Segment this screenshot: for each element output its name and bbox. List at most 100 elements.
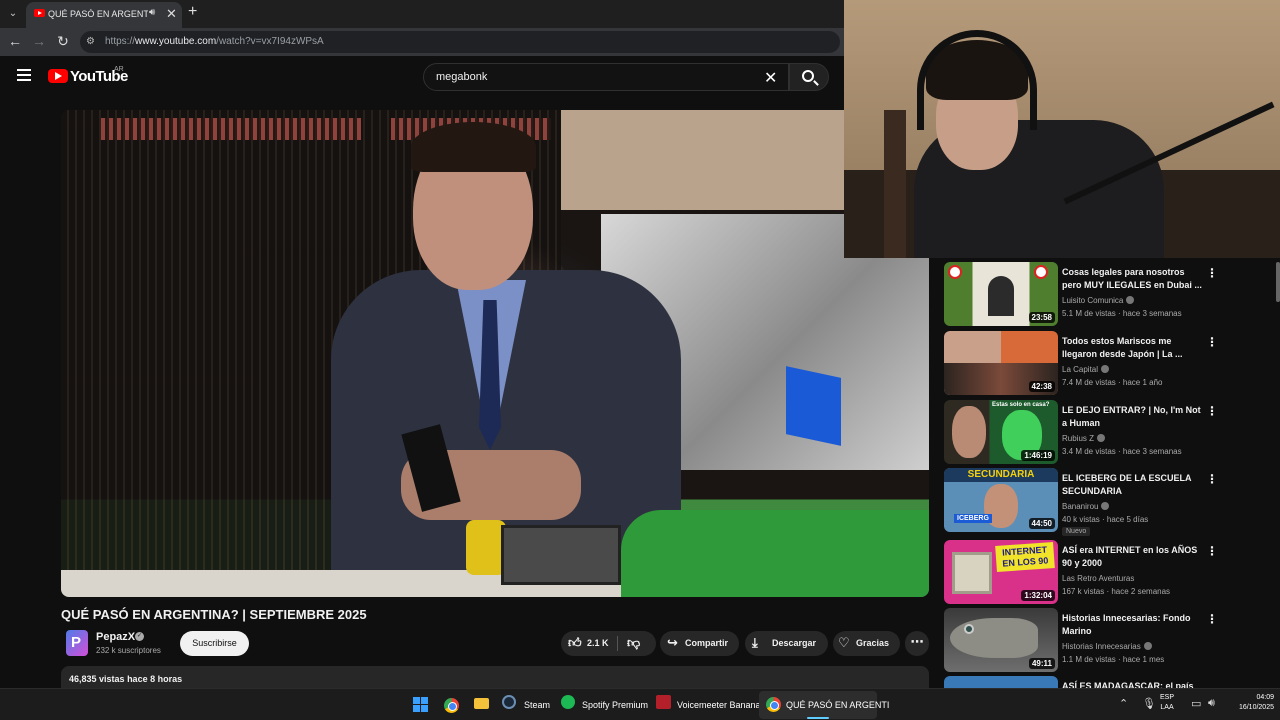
clear-search-icon[interactable]: ✕ bbox=[764, 68, 777, 88]
recommendation-channel[interactable]: Historias Innecesarias bbox=[1062, 642, 1152, 651]
search-button[interactable] bbox=[789, 63, 829, 91]
share-button[interactable]: ↪ Compartir bbox=[660, 631, 739, 656]
video-frame-hair bbox=[411, 122, 536, 172]
video-thumbnail[interactable]: 23:58 bbox=[944, 262, 1058, 326]
recommendation-title[interactable]: Cosas legales para nosotros pero MUY ILE… bbox=[1062, 266, 1202, 292]
recommendation-title[interactable]: ASÍ era INTERNET en los AÑOS 90 y 2000 bbox=[1062, 544, 1202, 570]
tab-search-chevron-icon[interactable]: ⌄ bbox=[4, 5, 22, 23]
recommendation-item[interactable]: SECUNDARIA ICEBERG 44:50 EL ICEBERG DE L… bbox=[944, 468, 1280, 536]
thumbs-down-icon[interactable]: 👎︎ bbox=[627, 635, 640, 651]
share-icon: ↪ bbox=[667, 635, 678, 650]
more-options-icon[interactable]: ⋮ bbox=[1206, 404, 1218, 418]
more-options-icon[interactable]: ⋮ bbox=[1206, 472, 1218, 486]
network-icon[interactable]: ▭ bbox=[1191, 697, 1201, 710]
windows-start-icon[interactable] bbox=[413, 693, 431, 717]
views-and-date: 46,835 vistas hace 8 horas bbox=[69, 674, 183, 684]
forward-arrow-icon[interactable]: → bbox=[30, 33, 48, 49]
more-options-icon[interactable]: ⋮ bbox=[1206, 612, 1218, 626]
more-options-icon[interactable]: ⋮ bbox=[1206, 266, 1218, 280]
language-indicator[interactable]: ESP LAA bbox=[1160, 693, 1174, 713]
recommendation-item[interactable]: ASÍ ES MADAGASCAR: el país bbox=[944, 676, 1280, 688]
browser-tab-active[interactable]: QUÉ PASÓ EN ARGENTINA 🔊︎ ✕ bbox=[26, 2, 182, 28]
more-options-icon[interactable]: ⋮ bbox=[1206, 544, 1218, 558]
country-code: AR bbox=[114, 66, 124, 73]
thumbs-up-icon[interactable]: 👍︎ bbox=[568, 635, 582, 651]
taskbar-spotify-label[interactable]: Spotify Premium bbox=[582, 700, 648, 710]
recommendation-item[interactable]: 23:58 Cosas legales para nosotros pero M… bbox=[944, 262, 1280, 328]
channel-name[interactable]: PepazX bbox=[96, 631, 135, 643]
video-duration: 23:58 bbox=[1028, 312, 1055, 323]
video-thumbnail[interactable]: INTERNET EN LOS 90 1:32:04 bbox=[944, 540, 1058, 604]
thumbnail-text: SECUNDARIA bbox=[944, 468, 1058, 482]
video-player[interactable] bbox=[61, 110, 929, 597]
video-thumbnail[interactable]: SECUNDARIA ICEBERG 44:50 bbox=[944, 468, 1058, 532]
windows-taskbar: Steam Spotify Premium Voicemeeter Banana… bbox=[0, 688, 1280, 720]
thanks-label: Gracias bbox=[856, 638, 890, 648]
thumbnail-text: INTERNET EN LOS 90 bbox=[995, 542, 1055, 572]
recommendation-item[interactable]: 49:11 Historias Innecesarias: Fondo Mari… bbox=[944, 608, 1280, 674]
recommendation-title[interactable]: Historias Innecesarias: Fondo Marino bbox=[1062, 612, 1202, 638]
url-text[interactable]: https://www.youtube.com/watch?v=vx7I94zW… bbox=[105, 36, 324, 47]
system-clock[interactable]: 04:09 16/10/2025 bbox=[1228, 693, 1274, 713]
spotify-icon[interactable] bbox=[561, 695, 575, 709]
channel-avatar[interactable] bbox=[66, 630, 88, 656]
chrome-taskbar-icon[interactable] bbox=[443, 693, 461, 717]
recommendation-item[interactable]: 42:38 Todos estos Mariscos me llegaron d… bbox=[944, 331, 1280, 397]
search-query[interactable]: megabonk bbox=[436, 71, 487, 83]
taskbar-active-chrome-window[interactable]: QUÉ PASÓ EN ARGENTI bbox=[759, 691, 889, 719]
thanks-button[interactable]: ♡ Gracias bbox=[833, 631, 900, 656]
recommendation-channel[interactable]: Rubius Z bbox=[1062, 434, 1106, 443]
thumbnail-text: ICEBERG bbox=[954, 514, 992, 523]
address-bar[interactable]: ⚙ https://www.youtube.com/watch?v=vx7I94… bbox=[80, 31, 840, 53]
more-actions-icon[interactable]: ⋯ bbox=[905, 631, 929, 656]
tab-title: QUÉ PASÓ EN ARGENTINA bbox=[48, 9, 148, 19]
steam-icon[interactable] bbox=[502, 695, 516, 709]
video-duration: 1:32:04 bbox=[1021, 590, 1055, 601]
verified-check-icon: ✓ bbox=[135, 632, 144, 641]
menu-icon[interactable] bbox=[17, 69, 31, 81]
recommendation-title[interactable]: Todos estos Mariscos me llegaron desde J… bbox=[1062, 335, 1202, 361]
speaker-icon[interactable]: 🔊︎ bbox=[149, 7, 155, 18]
recommendations-sidebar: 23:58 Cosas legales para nosotros pero M… bbox=[944, 258, 1280, 688]
recommendation-channel[interactable]: La Capital bbox=[1062, 365, 1110, 374]
subscriber-count: 232 k suscriptores bbox=[96, 646, 161, 655]
video-thumbnail[interactable]: 49:11 bbox=[944, 608, 1058, 672]
new-tab-button[interactable]: + bbox=[188, 3, 197, 21]
site-info-icon[interactable]: ⚙ bbox=[86, 36, 95, 47]
volume-icon[interactable]: 🔊︎ bbox=[1208, 697, 1215, 710]
search-input[interactable]: megabonk ✕ bbox=[423, 63, 789, 91]
close-tab-icon[interactable]: ✕ bbox=[166, 6, 177, 22]
subscribe-button[interactable]: Suscribirse bbox=[180, 631, 249, 656]
recommendation-channel[interactable]: Bananirou bbox=[1062, 502, 1110, 511]
sidebar-scrollbar[interactable] bbox=[1276, 262, 1280, 302]
recommendation-title[interactable]: ASÍ ES MADAGASCAR: el país bbox=[1062, 680, 1202, 688]
download-button[interactable]: ⤓ Descargar bbox=[745, 631, 828, 656]
recommendation-item[interactable]: Estas solo en casa? 1:46:19 LE DEJO ENTR… bbox=[944, 400, 1280, 466]
youtube-logo-icon[interactable] bbox=[48, 69, 68, 83]
more-options-icon[interactable]: ⋮ bbox=[1206, 335, 1218, 349]
recommendation-channel[interactable]: Luisito Comunica bbox=[1062, 296, 1135, 305]
like-count[interactable]: 2.1 K bbox=[587, 638, 609, 648]
recommendation-item[interactable]: INTERNET EN LOS 90 1:32:04 ASÍ era INTER… bbox=[944, 540, 1280, 606]
microphone-icon[interactable]: 🎙︎ bbox=[1142, 697, 1156, 710]
video-duration: 1:46:19 bbox=[1021, 450, 1055, 461]
video-frame-green-cloth bbox=[621, 510, 929, 597]
chrome-icon bbox=[766, 697, 781, 712]
youtube-header: YouTube AR megabonk ✕ bbox=[0, 56, 844, 98]
file-explorer-icon[interactable] bbox=[474, 698, 489, 709]
recommendation-title[interactable]: LE DEJO ENTRAR? | No, I'm Not a Human bbox=[1062, 404, 1202, 430]
video-thumbnail[interactable] bbox=[944, 676, 1058, 688]
video-thumbnail[interactable]: Estas solo en casa? 1:46:19 bbox=[944, 400, 1058, 464]
verified-check-icon bbox=[1097, 434, 1106, 442]
show-hidden-icons-chevron-icon[interactable]: ⌃ bbox=[1119, 697, 1128, 710]
back-arrow-icon[interactable]: ← bbox=[6, 33, 24, 49]
taskbar-steam-label[interactable]: Steam bbox=[524, 700, 550, 710]
video-thumbnail[interactable]: 42:38 bbox=[944, 331, 1058, 395]
heart-dollar-icon: ♡ bbox=[838, 635, 850, 650]
voicemeeter-icon[interactable] bbox=[656, 695, 671, 709]
reload-icon[interactable]: ↻ bbox=[54, 33, 72, 50]
recommendation-meta: 3.4 M de vistas · hace 3 semanas bbox=[1062, 447, 1182, 456]
recommendation-channel[interactable]: Las Retro Aventuras bbox=[1062, 574, 1134, 583]
recommendation-title[interactable]: EL ICEBERG DE LA ESCUELA SECUNDARIA bbox=[1062, 472, 1202, 498]
taskbar-voicemeeter-label[interactable]: Voicemeeter Banana bbox=[677, 700, 761, 710]
